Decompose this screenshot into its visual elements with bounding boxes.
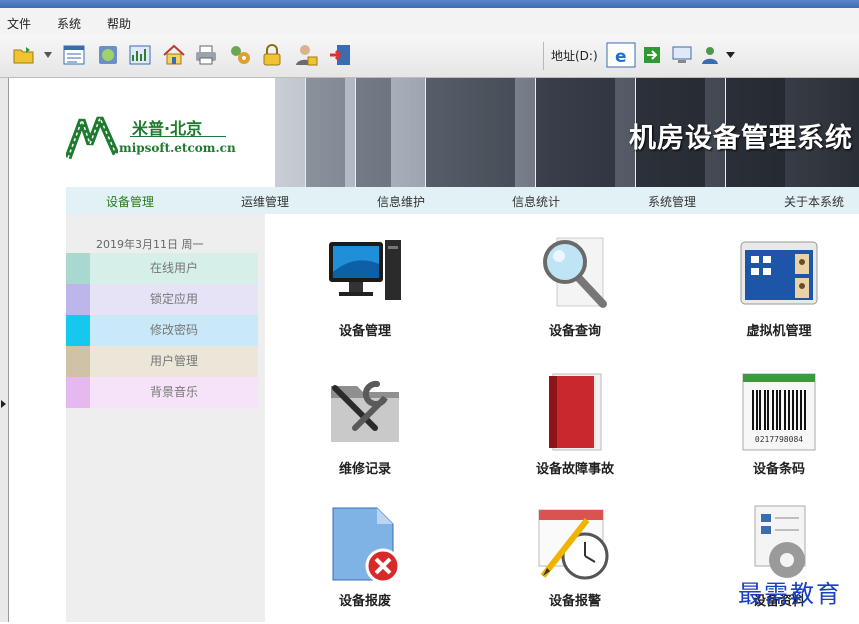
banner-title: 机房设备管理系统 [629,123,853,154]
user-dropdown-icon[interactable] [700,45,720,65]
tile-device-query[interactable]: 设备查询 [515,234,635,354]
tile-device-fault[interactable]: 设备故障事故 [515,372,635,492]
delete-document-icon [332,507,401,584]
sidebar-swatch [66,284,90,315]
sidebar: 2019年3月11日 周一 在线用户 锁定应用 修改密码 用户管理 背景音乐 [66,214,265,622]
user-lock-icon[interactable] [294,43,318,67]
tile-virtual-machine[interactable]: 虚拟机管理 [719,234,839,354]
nav-info-statistics[interactable]: 信息统计 [512,193,560,210]
magnifier-icon [543,237,607,308]
toolbar: 地址(D:) e [0,34,859,78]
tile-device-barcode[interactable]: 0217798084 设备条码 [719,372,839,492]
function-grid: 设备管理 设备查询 虚拟机管理 维修记录 设备故障事故 0217798084 设… [265,214,859,622]
current-date: 2019年3月11日 周一 [96,238,204,251]
tile-device-alarm[interactable]: 设备报警 [515,504,635,624]
tile-device-management[interactable]: 设备管理 [305,234,425,354]
map-book-icon[interactable] [96,43,120,67]
clock-pencil-icon [538,509,609,580]
nav-operations[interactable]: 运维管理 [241,193,289,210]
sidebar-item-label: 在线用户 [90,253,258,284]
address-label: 地址(D:) [551,49,598,63]
sidebar-item-user-management[interactable]: 用户管理 [66,346,258,377]
printer-icon[interactable] [194,43,218,67]
open-folder-icon[interactable] [12,43,36,67]
sidebar-item-change-password[interactable]: 修改密码 [66,315,258,346]
barcode-number: 0217798084 [755,435,803,444]
window-titlebar [0,0,859,8]
left-splitter[interactable] [0,78,9,622]
tile-repair-records[interactable]: 维修记录 [305,372,425,492]
menu-file[interactable]: 文件 [7,15,31,32]
nav-about[interactable]: 关于本系统 [784,193,844,210]
sidebar-swatch [66,315,90,346]
sidebar-swatch [66,377,90,408]
tools-folder-icon [331,380,399,442]
virtual-machine-icon [740,241,818,305]
toolbar-separator [543,42,544,70]
network-icon[interactable] [228,43,252,67]
gear-document-icon [754,505,806,578]
go-arrow-icon[interactable] [644,47,660,63]
tile-device-scrap[interactable]: 设备报废 [305,504,425,624]
sidebar-item-label: 锁定应用 [90,284,258,315]
home-icon[interactable] [162,43,186,67]
menu-bar: 文件 系统 帮助 [0,8,859,34]
tile-label: 设备管理 [338,324,391,339]
sidebar-swatch [66,346,90,377]
sidebar-item-online-users[interactable]: 在线用户 [66,253,258,284]
lock-icon[interactable] [260,43,284,67]
logo-url: mipsoft.etcom.cn [119,141,236,155]
mipsoft-logo [66,116,118,160]
server-room-banner: 机房设备管理系统 [275,78,859,187]
menu-help[interactable]: 帮助 [107,15,131,32]
main-nav: 设备管理 运维管理 信息维护 信息统计 系统管理 关于本系统 [66,187,859,214]
list-view-icon[interactable] [62,43,86,67]
logo-divider [130,136,226,137]
tile-label: 设备故障事故 [535,462,614,477]
tile-label: 设备报废 [338,594,391,609]
svg-text:e: e [615,47,627,67]
red-notebook-icon [549,373,602,451]
sidebar-item-background-music[interactable]: 背景音乐 [66,377,258,408]
page-header: 米普·北京 mipsoft.etcom.cn 机房设备管理系统 [10,78,859,187]
chart-window-icon[interactable] [128,43,152,67]
tile-label: 设备查询 [548,324,601,339]
chevron-down-icon[interactable] [726,52,735,58]
ie-browser-icon[interactable]: e [606,42,636,68]
tile-label: 设备条码 [752,462,805,477]
sidebar-item-label: 修改密码 [90,315,258,346]
barcode-icon: 0217798084 [742,373,816,451]
menu-system[interactable]: 系统 [57,15,81,32]
sidebar-item-label: 背景音乐 [90,377,258,408]
expand-arrow-icon[interactable] [1,400,6,408]
monitor-icon[interactable] [672,45,692,65]
nav-device-management[interactable]: 设备管理 [106,193,154,210]
nav-system-management[interactable]: 系统管理 [648,193,696,210]
watermark-text: 最需教育 [738,580,842,608]
sidebar-swatch [66,253,90,284]
computer-monitor-icon [329,240,401,300]
tile-label: 维修记录 [338,462,391,477]
tile-label: 设备报警 [548,594,601,609]
dropdown-arrow-icon[interactable] [44,52,52,58]
sidebar-item-lock-app[interactable]: 锁定应用 [66,284,258,315]
nav-info-maintenance[interactable]: 信息维护 [377,193,425,210]
sidebar-item-label: 用户管理 [90,346,258,377]
exit-door-icon[interactable] [328,43,352,67]
tile-label: 虚拟机管理 [746,324,812,339]
